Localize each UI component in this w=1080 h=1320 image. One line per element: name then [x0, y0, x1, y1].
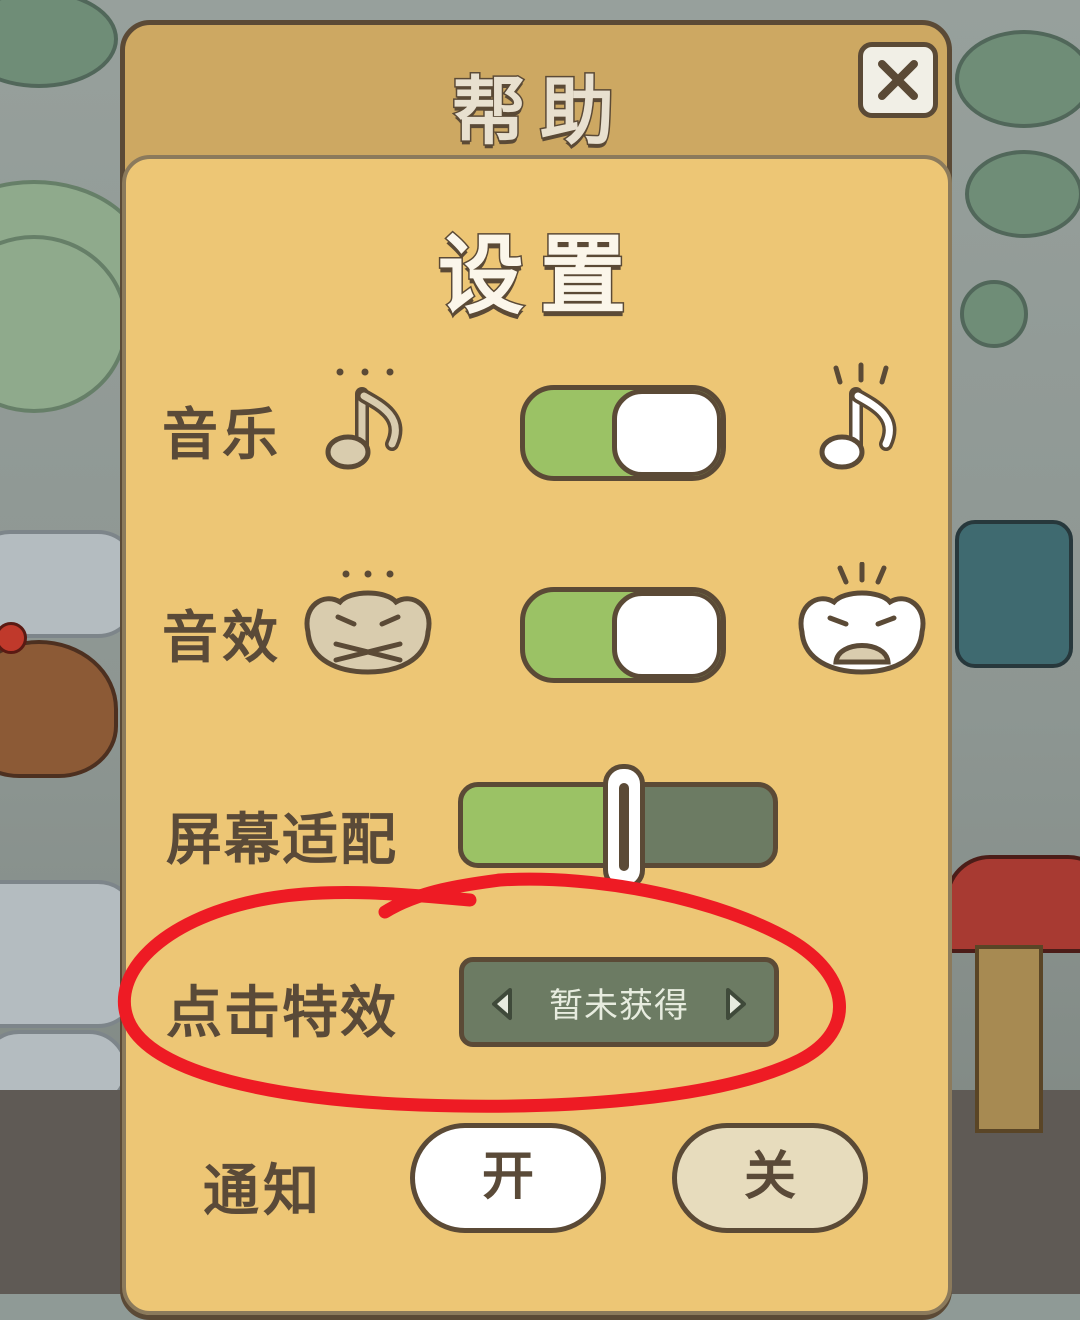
arrow-right-icon[interactable] — [720, 986, 750, 1022]
music-label: 音乐 — [162, 403, 282, 468]
arrow-left-icon[interactable] — [488, 986, 518, 1022]
dialog-title: 帮助 — [451, 68, 628, 157]
sound-effects-toggle[interactable] — [520, 587, 726, 683]
close-button[interactable] — [858, 42, 938, 118]
toggle-knob — [612, 592, 721, 678]
music-note-muted-icon — [325, 368, 403, 470]
mailbox-post — [975, 945, 1043, 1133]
settings-title: 设置 — [437, 225, 642, 328]
music-note-loud-icon — [819, 362, 897, 470]
frog-muted-icon — [304, 570, 432, 675]
screen-fit-label: 屏幕适配 — [166, 808, 398, 873]
rock — [0, 530, 138, 638]
notifications-off-button[interactable]: 关 — [672, 1123, 868, 1233]
notifications-on-button[interactable]: 开 — [410, 1123, 606, 1233]
rock — [0, 880, 138, 1028]
leaf — [960, 280, 1028, 348]
close-icon — [878, 60, 918, 100]
leaf — [965, 150, 1080, 238]
music-toggle[interactable] — [520, 385, 726, 481]
slider-handle[interactable] — [603, 764, 645, 890]
toggle-knob — [612, 390, 721, 476]
tap-effect-value: 暂未获得 — [549, 986, 689, 1026]
frog-loud-icon — [798, 562, 926, 675]
mailbox — [945, 855, 1080, 953]
leaf — [955, 30, 1080, 128]
notifications-label: 通知 — [203, 1159, 323, 1224]
lantern — [955, 520, 1073, 668]
tap-effect-selector[interactable]: 暂未获得 — [459, 957, 779, 1047]
tap-effect-label: 点击特效 — [166, 981, 398, 1046]
sound-effects-label: 音效 — [162, 606, 282, 671]
